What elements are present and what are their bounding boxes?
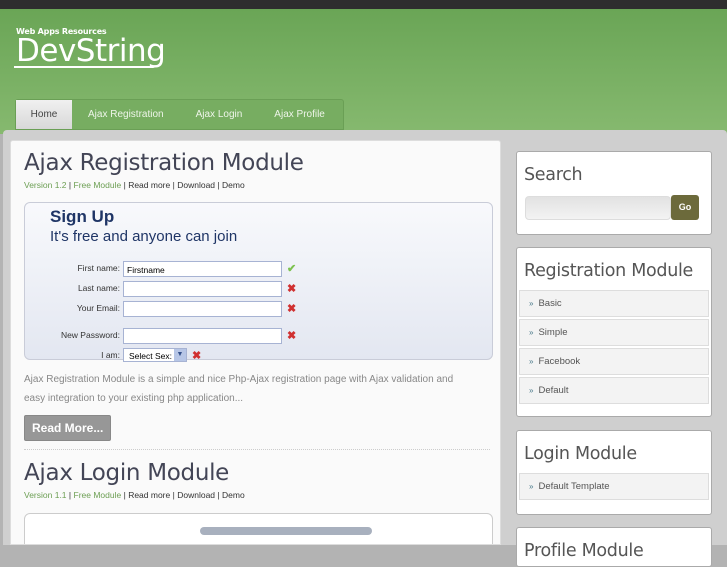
read-more-link[interactable]: Read more (128, 180, 170, 190)
field-email: Your Email: ✖ (25, 301, 325, 319)
post-meta: Version 1.2 | Free Module | Read more | … (24, 180, 500, 190)
demo-link[interactable]: Demo (222, 180, 245, 190)
post-description: Ajax Registration Module is a simple and… (24, 374, 454, 404)
error-x-icon: ✖ (287, 330, 297, 342)
registration-widget: Registration Module » Basic » Simple » Face… (516, 247, 712, 417)
signup-title: Sign Up (50, 207, 115, 226)
bullet-icon: » (529, 386, 534, 395)
check-icon: ✔ (287, 263, 297, 275)
sex-select[interactable]: Select Sex: ▼ (123, 348, 187, 362)
widget-title: Login Module (524, 444, 637, 464)
chevron-down-icon: ▼ (174, 349, 186, 361)
bullet-icon: » (529, 357, 534, 366)
sep: | (123, 490, 126, 500)
sep: | (217, 490, 220, 500)
version-label: Version 1.1 (24, 490, 67, 500)
item-label: Facebook (538, 356, 581, 367)
error-x-icon: ✖ (287, 303, 297, 315)
post-meta: Version 1.1 | Free Module | Read more | … (24, 490, 500, 500)
sidebar-item-basic[interactable]: » Basic (519, 290, 709, 317)
item-label: Default (538, 385, 569, 396)
login-widget: Login Module » Default Template (516, 430, 712, 515)
download-link[interactable]: Download (177, 490, 215, 500)
field-label: New Password: (60, 330, 120, 340)
post-title[interactable]: Ajax Login Module (24, 460, 500, 486)
sep: | (68, 490, 72, 500)
widget-title: Profile Module (524, 541, 644, 561)
field-label: First name: (77, 263, 120, 273)
post-login: Ajax Login Module Version 1.1 | Free Mod… (11, 450, 500, 544)
search-go-button[interactable]: Go (671, 195, 699, 220)
field-label: Your Email: (76, 303, 120, 313)
first-name-input[interactable]: Firstname (123, 261, 282, 277)
profile-widget: Profile Module (516, 527, 712, 567)
read-more-link[interactable]: Read more (128, 490, 170, 500)
main-content: Ajax Registration Module Version 1.2 | F… (10, 140, 501, 545)
sidebar-item-default-template[interactable]: » Default Template (519, 473, 709, 500)
nav-ajax-registration[interactable]: Ajax Registration (72, 100, 180, 129)
bullet-icon: » (529, 328, 534, 337)
sep: | (172, 490, 175, 500)
top-bar (0, 0, 727, 9)
item-label: Default Template (538, 481, 610, 492)
logo-name: DevString (16, 33, 166, 69)
logo[interactable]: Web Apps Resources DevString (14, 27, 166, 69)
field-password: New Password: ✖ (25, 328, 325, 346)
demo-link[interactable]: Demo (222, 490, 245, 500)
signup-subtitle: It's free and anyone can join (50, 228, 238, 245)
last-name-input[interactable] (123, 281, 282, 297)
password-input[interactable] (123, 328, 282, 344)
login-preview (24, 513, 493, 544)
sidebar-item-facebook[interactable]: » Facebook (519, 348, 709, 375)
free-module-label: Free Module (73, 490, 122, 500)
main-nav: Home Ajax Registration Ajax Login Ajax P… (15, 99, 344, 130)
free-module-label: Free Module (73, 180, 122, 190)
version-label: Version 1.2 (24, 180, 67, 190)
post-title[interactable]: Ajax Registration Module (24, 150, 500, 176)
search-input[interactable] (525, 196, 671, 220)
sidebar-item-default[interactable]: » Default (519, 377, 709, 404)
nav-ajax-login[interactable]: Ajax Login (180, 100, 259, 129)
error-x-icon: ✖ (287, 283, 297, 295)
login-preview-bar (200, 527, 372, 535)
read-more-button[interactable]: Read More... (24, 415, 112, 441)
sep: | (123, 180, 126, 190)
sep: | (217, 180, 220, 190)
field-first-name: First name: Firstname ✔ (25, 261, 325, 279)
widget-title: Search (524, 165, 583, 185)
field-label: Last name: (77, 283, 120, 293)
bullet-icon: » (529, 299, 534, 308)
signup-preview: Sign Up It's free and anyone can join Fi… (24, 202, 493, 362)
error-x-icon: ✖ (192, 350, 202, 362)
sex-select-value: Select Sex: (129, 351, 172, 361)
item-label: Simple (538, 327, 568, 338)
nav-home[interactable]: Home (16, 100, 72, 129)
item-label: Basic (538, 298, 562, 309)
sep: | (172, 180, 175, 190)
widget-title: Registration Module (524, 261, 694, 281)
field-label: I am: (101, 350, 120, 360)
field-last-name: Last name: ✖ (25, 281, 325, 299)
search-widget: Search Go (516, 151, 712, 235)
download-link[interactable]: Download (177, 180, 215, 190)
email-input[interactable] (123, 301, 282, 317)
sep: | (68, 180, 72, 190)
post-registration: Ajax Registration Module Version 1.2 | F… (11, 141, 500, 450)
sidebar-item-simple[interactable]: » Simple (519, 319, 709, 346)
field-sex: I am: Select Sex: ▼ ✖ (25, 348, 325, 366)
nav-ajax-profile[interactable]: Ajax Profile (258, 100, 341, 129)
bullet-icon: » (529, 482, 534, 491)
